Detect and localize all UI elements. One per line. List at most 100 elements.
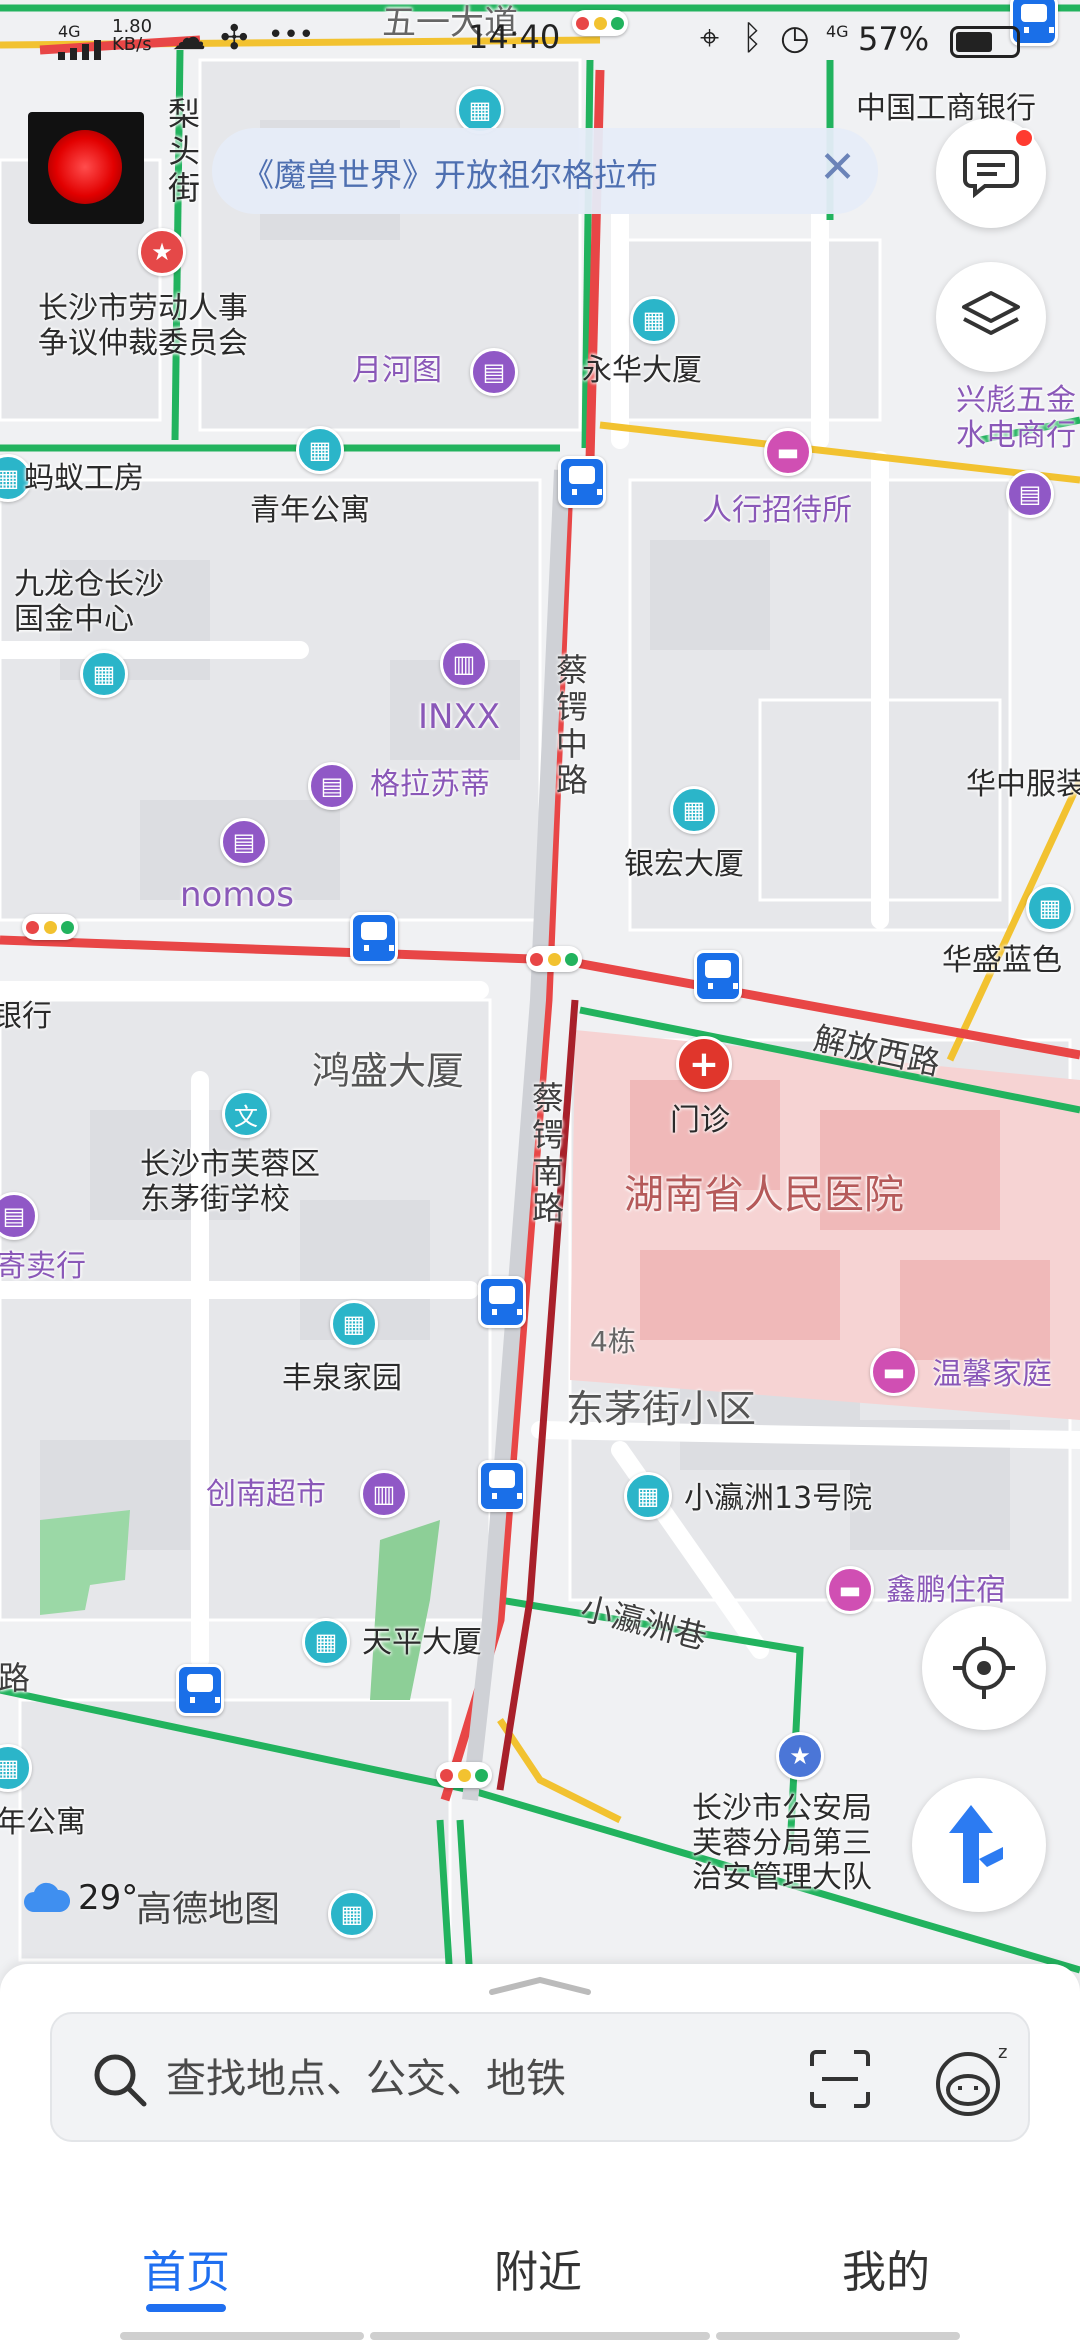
shop-icon[interactable]: ▤ xyxy=(308,762,356,810)
poi-label: 小瀛洲13号院 xyxy=(684,1481,873,1516)
building-icon[interactable]: ▦ xyxy=(296,426,344,474)
alarm-icon: ◷ xyxy=(780,18,810,58)
battery-level: 57% xyxy=(858,20,930,58)
route-button[interactable] xyxy=(912,1778,1046,1912)
tab-mine[interactable]: 我的 xyxy=(842,2236,930,2300)
network-type: 4G xyxy=(826,22,849,41)
bus-stop-icon[interactable] xyxy=(478,1276,526,1328)
traffic-light xyxy=(526,946,582,972)
poi-label: 4栋 xyxy=(590,1325,636,1358)
fan-icon: ✣ xyxy=(220,18,249,58)
hotel-icon[interactable]: ▬ xyxy=(826,1566,874,1614)
building-icon[interactable]: ▦ xyxy=(456,86,504,134)
battery-icon xyxy=(950,26,1020,58)
system-nav-bar xyxy=(716,2332,960,2340)
road-label: 蔡 锷 中 路 xyxy=(556,651,589,800)
poi-label: 九龙仓长沙 国金中心 xyxy=(14,567,164,637)
search-input[interactable] xyxy=(166,2044,726,2114)
poi-label: 寄卖行 xyxy=(0,1249,86,1284)
poi-label: 鸿盛大厦 xyxy=(312,1049,465,1093)
news-banner-text[interactable]: 《魔兽世界》开放祖尔格拉布 xyxy=(242,150,658,196)
poi-label: 长沙市劳动人事 争议仲裁委员会 xyxy=(38,291,248,361)
bus-stop-icon[interactable] xyxy=(350,912,398,964)
search-box[interactable]: z xyxy=(50,2012,1030,2142)
news-banner[interactable]: 《魔兽世界》开放祖尔格拉布 ✕ xyxy=(212,128,878,214)
traffic-camera-thumbnail[interactable] xyxy=(28,112,144,224)
building-icon[interactable]: ▦ xyxy=(1026,884,1074,932)
road-label: 蔡 锷 南 路 xyxy=(532,1079,565,1228)
shopping-cart-icon[interactable]: ▥ xyxy=(440,640,488,688)
tab-bar: 首页 附近 我的 xyxy=(0,2184,1080,2340)
poi-label: 格拉苏蒂 xyxy=(370,767,490,802)
network-type: 4G xyxy=(58,22,81,41)
cloud-icon: ☁ xyxy=(172,18,206,58)
locate-button[interactable] xyxy=(922,1606,1046,1730)
poi-label: 长沙市芙蓉区 东茅街学校 xyxy=(140,1147,320,1217)
tab-nearby[interactable]: 附近 xyxy=(494,2236,582,2300)
scan-icon[interactable] xyxy=(808,2048,872,2110)
poi-label: nomos xyxy=(180,875,294,915)
building-icon[interactable]: ▦ xyxy=(630,296,678,344)
police-icon[interactable]: ★ xyxy=(776,1732,824,1780)
poi-label: 永华大厦 xyxy=(582,353,702,388)
building-icon[interactable]: ▦ xyxy=(330,1300,378,1348)
brand-watermark: 高德地图 xyxy=(136,1889,281,1930)
clock: 14:40 xyxy=(468,18,561,56)
message-button[interactable] xyxy=(936,118,1046,228)
shopping-cart-icon[interactable]: ▥ xyxy=(360,1470,408,1518)
sheet-handle-icon[interactable] xyxy=(488,1974,592,1996)
bluetooth-icon: ᛒ xyxy=(742,18,763,58)
poi-label: 蚂蚁工房 xyxy=(24,461,144,496)
bus-stop-icon[interactable] xyxy=(478,1460,526,1512)
poi-label: 月河图 xyxy=(352,353,442,388)
poi-label: 湖南省人民医院 xyxy=(624,1172,904,1218)
poi-label: INXX xyxy=(418,697,501,737)
hotel-icon[interactable]: ▬ xyxy=(870,1348,918,1396)
poi-label: 青年公寓 xyxy=(250,493,370,528)
layers-button[interactable] xyxy=(936,262,1046,372)
bus-stop-icon[interactable] xyxy=(176,1664,224,1716)
system-nav-bar xyxy=(370,2332,710,2340)
shop-icon[interactable]: ▤ xyxy=(1006,470,1054,518)
network-speed: 1.80 KB/s xyxy=(112,16,153,55)
tab-home[interactable]: 首页 xyxy=(142,2236,230,2300)
traffic-light xyxy=(436,1762,492,1788)
map-view[interactable]: ▦ ★ ▤ ▦ ▬ ▤ ▦ ▦ ▦ ▥ ▤ ▤ ▦ ▦ + 文 ▤ ▦ ▬ ▥ … xyxy=(0,0,1080,1980)
hotel-icon[interactable]: ▬ xyxy=(764,428,812,476)
poi-label: 银行 xyxy=(0,999,52,1034)
bottom-sheet[interactable]: z xyxy=(0,1964,1080,2184)
building-icon[interactable]: ▦ xyxy=(624,1472,672,1520)
svg-text:z: z xyxy=(998,2042,1007,2063)
poi-label: 长沙市公安局 芙蓉分局第三 治安管理大队 xyxy=(692,1791,872,1895)
poi-label: 鑫鹏住宿 xyxy=(886,1573,1006,1608)
poi-label: 银宏大厦 xyxy=(624,847,744,882)
assistant-robot-icon[interactable]: z xyxy=(932,2036,1016,2122)
shop-icon[interactable]: ▤ xyxy=(220,818,268,866)
poi-label: 华中服装 xyxy=(966,767,1080,802)
layers-icon xyxy=(962,291,1020,335)
poi-label: 丰泉家园 xyxy=(282,1361,402,1396)
bus-stop-icon[interactable] xyxy=(694,950,742,1002)
building-icon[interactable]: ▦ xyxy=(80,650,128,698)
system-nav-bar xyxy=(120,2332,364,2340)
crosshair-icon xyxy=(953,1637,1015,1699)
school-icon[interactable]: 文 xyxy=(222,1090,270,1138)
poi-label: 年公寓 xyxy=(0,1805,86,1840)
active-tab-indicator xyxy=(146,2304,226,2312)
poi-label: 天平大厦 xyxy=(362,1625,482,1660)
temperature: 29° xyxy=(78,1878,139,1918)
road-label: 梨 头 街 xyxy=(168,95,201,207)
hospital-icon[interactable]: + xyxy=(676,1036,732,1092)
building-icon[interactable]: ▦ xyxy=(302,1618,350,1666)
close-icon[interactable]: ✕ xyxy=(819,142,856,193)
building-icon[interactable]: ▦ xyxy=(670,786,718,834)
weather-widget[interactable]: 29° xyxy=(22,1878,138,1918)
search-icon xyxy=(94,2054,147,2107)
bus-stop-icon[interactable] xyxy=(558,456,606,508)
poi-label: 创南超市 xyxy=(206,1477,326,1512)
shop-icon[interactable]: ▤ xyxy=(470,348,518,396)
poi-label: 人行招待所 xyxy=(702,493,852,528)
notification-dot xyxy=(1014,128,1034,148)
star-icon[interactable]: ★ xyxy=(138,228,186,276)
building-icon[interactable]: ▦ xyxy=(328,1890,376,1938)
